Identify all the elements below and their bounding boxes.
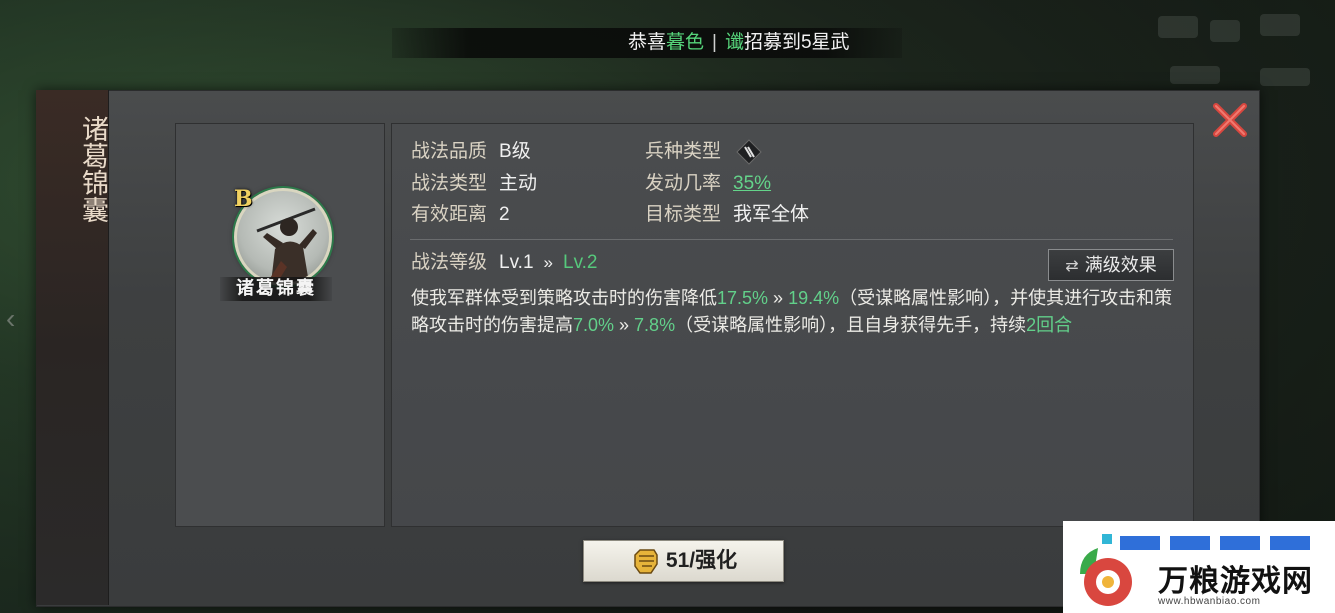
level-label: 战法等级 <box>411 252 488 273</box>
skill-description: 使我军群体受到策略攻击时的伤害降低17.5% » 19.4% （受谋略属性影响），… <box>411 285 1181 338</box>
full-level-effect-button[interactable]: ⇄ 满级效果 <box>1048 249 1174 281</box>
desc-arrow-2: » <box>614 314 635 335</box>
skill-grade-badge: B <box>234 186 253 212</box>
ticker-player-name: 暮色 <box>666 32 705 53</box>
target-label: 目标类型 <box>645 204 722 225</box>
quality-label: 战法品质 <box>411 141 488 162</box>
skill-vertical-title: 诸葛锦囊 <box>77 115 108 223</box>
quality-value: B级 <box>499 141 531 162</box>
level-row: 战法等级 Lv.1 » Lv.2 <box>411 250 598 276</box>
level-next: Lv.2 <box>563 252 598 273</box>
type-row: 战法类型 主动 <box>411 171 537 197</box>
ticker-text-2: 招募到5星武 <box>743 32 850 53</box>
rate-label: 发动几率 <box>645 173 722 194</box>
target-value: 我军全体 <box>733 204 810 225</box>
troop-type-icon <box>736 139 763 165</box>
quality-row: 战法品质 B级 <box>411 139 531 165</box>
range-label: 有效距离 <box>411 204 488 225</box>
watermark-top-logo <box>1120 536 1310 550</box>
watermark-url: www.hbwanbiao.com <box>1158 596 1261 607</box>
type-value: 主动 <box>499 173 538 194</box>
desc-value-1: 17.5% <box>717 288 769 308</box>
ticker-text: 恭喜 <box>628 32 667 53</box>
target-row: 目标类型 我军全体 <box>645 202 809 228</box>
desc-value-2: 19.4% <box>788 288 840 308</box>
skill-portrait-card <box>175 123 385 527</box>
title-strip: 诸葛锦囊 <box>36 90 109 605</box>
chevron-left-icon[interactable]: ‹ <box>6 302 30 336</box>
type-label: 战法类型 <box>411 173 488 194</box>
fist-icon <box>634 549 658 575</box>
range-row: 有效距离 2 <box>411 202 510 228</box>
rate-row: 发动几率 35% <box>645 171 771 197</box>
skill-name-banner: 诸葛锦囊 <box>220 277 332 301</box>
top-menu-faded <box>1150 10 1330 90</box>
range-value: 2 <box>499 204 510 225</box>
troop-label: 兵种类型 <box>645 141 722 163</box>
ticker-separator: | <box>712 32 717 53</box>
desc-arrow-1: » <box>768 288 789 308</box>
desc-value-4: 7.8% <box>634 314 676 335</box>
desc-text-3: （受谋略属性影响），且自身获得先手，持续 <box>675 314 1027 335</box>
desc-value-3: 7.0% <box>573 314 615 335</box>
desc-text-1: 使我军群体受到策略攻击时的伤害降低 <box>411 288 717 308</box>
rate-value[interactable]: 35% <box>733 173 771 194</box>
desc-value-5: 2回合 <box>1026 314 1073 335</box>
divider <box>410 239 1173 240</box>
recruit-ticker: 恭喜暮色 | 谶招募到5星武 <box>392 28 902 58</box>
close-icon[interactable] <box>1210 100 1250 140</box>
level-current: Lv.1 <box>499 252 534 273</box>
watermark-logo-icon <box>1080 534 1132 606</box>
upgrade-button[interactable]: 51/强化 <box>583 540 784 582</box>
level-arrow: » <box>543 253 553 272</box>
watermark-text: 万粮游戏网 <box>1158 564 1313 599</box>
swap-arrows-icon: ⇄ <box>1065 258 1079 275</box>
full-level-effect-label: 满级效果 <box>1084 255 1157 275</box>
upgrade-label: 51/强化 <box>665 549 738 572</box>
ticker-prefix: 谶 <box>724 32 744 53</box>
troop-row: 兵种类型 <box>645 139 763 165</box>
